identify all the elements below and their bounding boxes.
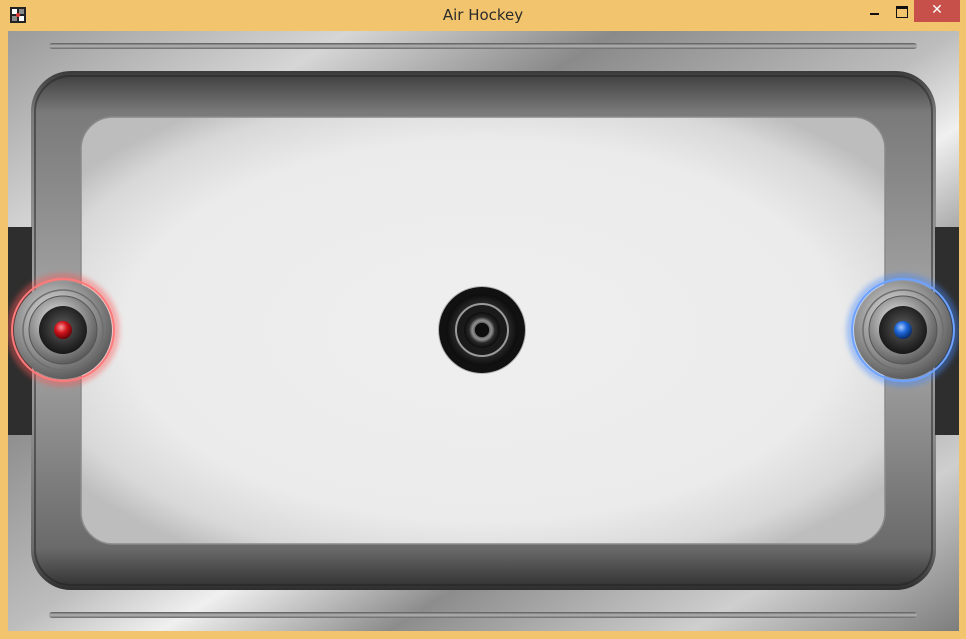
maximize-icon[interactable]	[888, 0, 914, 22]
hockey-table[interactable]	[8, 31, 959, 631]
close-icon: ✕	[931, 2, 943, 18]
close-button[interactable]: ✕	[914, 0, 960, 22]
red-paddle[interactable]	[8, 274, 119, 386]
red-paddle-knob	[54, 321, 72, 339]
blue-paddle[interactable]	[847, 274, 959, 386]
puck[interactable]	[438, 286, 526, 374]
window-title: Air Hockey	[442, 6, 524, 24]
minimize-icon[interactable]	[860, 0, 888, 22]
top-rail	[49, 43, 917, 49]
bottom-rail	[49, 612, 917, 618]
title-bar[interactable]: Air Hockey ✕	[0, 0, 966, 30]
game-area[interactable]	[8, 31, 959, 631]
game-window: Air Hockey ✕	[0, 0, 966, 639]
blue-paddle-knob	[894, 321, 912, 339]
